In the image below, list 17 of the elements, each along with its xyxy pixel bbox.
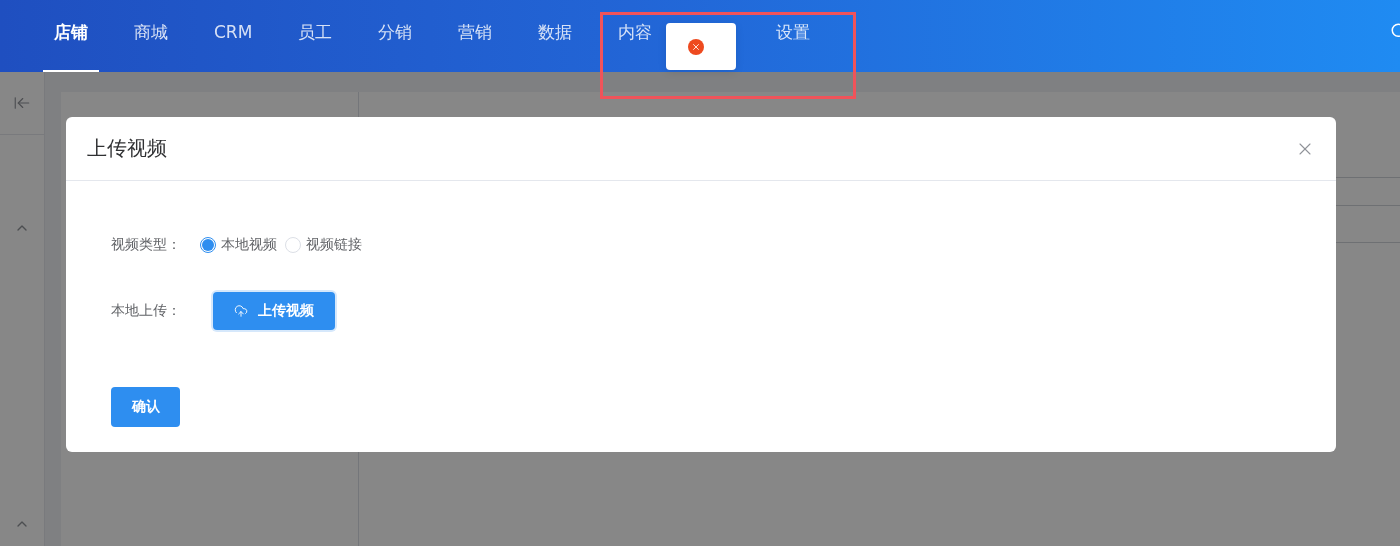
radio-label: 视频链接 — [306, 236, 362, 254]
nav-tab[interactable]: 分销 — [367, 0, 424, 72]
field-label: 视频类型： — [111, 236, 182, 254]
radio-option[interactable]: 视频链接 — [285, 236, 362, 254]
nav-tab[interactable]: CRM — [203, 0, 264, 72]
field-label: 本地上传： — [111, 302, 182, 320]
nav-tab[interactable]: 数据 — [527, 0, 584, 72]
radio-label: 本地视频 — [221, 236, 277, 254]
dialog-title: 上传视频 — [87, 135, 167, 162]
nav-tab[interactable]: 设置 — [765, 0, 822, 72]
upload-button[interactable]: 上传视频 — [213, 292, 335, 330]
radio-option[interactable]: 本地视频 — [200, 236, 277, 254]
confirm-button[interactable]: 确认 — [111, 387, 180, 427]
nav-tab[interactable]: 营销 — [447, 0, 504, 72]
nav-tab[interactable]: 内容 — [607, 0, 664, 72]
nav-tab[interactable]: 员工 — [287, 0, 344, 72]
nav-tab[interactable]: 商城 — [123, 0, 179, 72]
